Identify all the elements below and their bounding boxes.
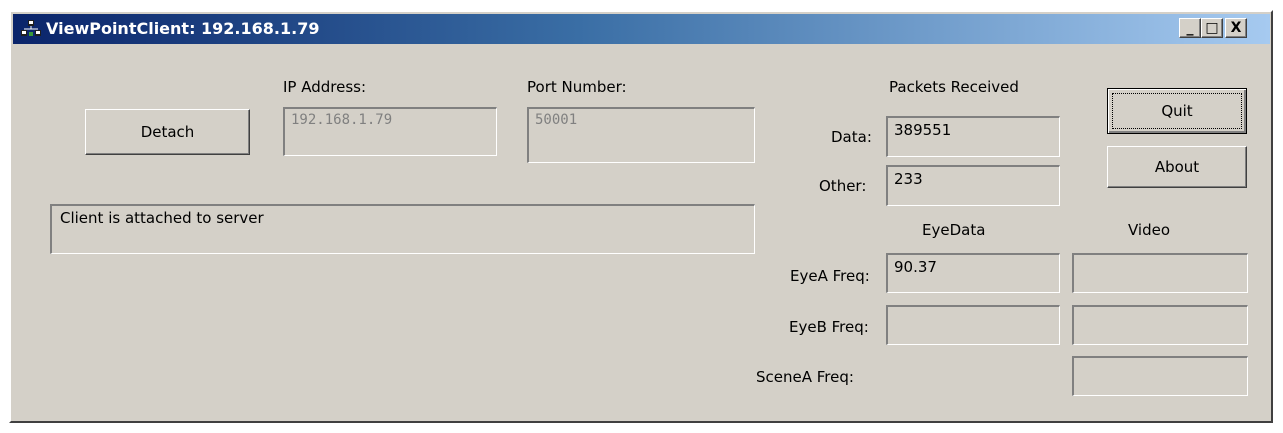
port-number-label: Port Number: [527, 78, 627, 96]
maximize-button[interactable]: □ [1201, 18, 1223, 38]
detach-button-label: Detach [140, 123, 195, 141]
title-bar[interactable]: ViewPointClient: 192.168.1.79 _ □ X [13, 14, 1270, 44]
window-title: ViewPointClient: 192.168.1.79 [46, 19, 320, 38]
ip-address-label: IP Address: [283, 78, 367, 96]
minimize-icon: _ [1186, 20, 1194, 36]
eyeb-video-field [1072, 305, 1248, 345]
other-label: Other: [819, 177, 867, 195]
video-header: Video [1128, 221, 1171, 239]
close-icon: X [1230, 20, 1242, 36]
about-button-label: About [1154, 158, 1200, 176]
data-packets-field: 389551 [886, 116, 1060, 157]
scenea-freq-label: SceneA Freq: [756, 368, 854, 386]
about-button[interactable]: About [1107, 146, 1247, 188]
eyea-eyedata-field: 90.37 [886, 253, 1060, 293]
eyeb-eyedata-field [886, 305, 1060, 345]
detach-button[interactable]: Detach [85, 109, 250, 155]
eyea-video-field [1072, 253, 1248, 293]
ip-address-field[interactable]: 192.168.1.79 [283, 107, 497, 156]
network-icon [21, 20, 41, 36]
maximize-icon: □ [1205, 20, 1219, 36]
packets-received-header: Packets Received [889, 78, 1019, 96]
status-text-box: Client is attached to server [50, 204, 755, 254]
close-button[interactable]: X [1225, 18, 1247, 38]
eyea-freq-label: EyeA Freq: [790, 267, 870, 285]
data-label: Data: [831, 128, 872, 146]
other-packets-field: 233 [886, 165, 1060, 206]
minimize-button[interactable]: _ [1179, 18, 1201, 38]
quit-button[interactable]: Quit [1107, 88, 1247, 134]
eyeb-freq-label: EyeB Freq: [789, 318, 869, 336]
scenea-video-field [1072, 356, 1248, 396]
eyedata-header: EyeData [922, 221, 986, 239]
focus-ring [1112, 93, 1242, 129]
port-number-field[interactable]: 50001 [527, 107, 755, 163]
